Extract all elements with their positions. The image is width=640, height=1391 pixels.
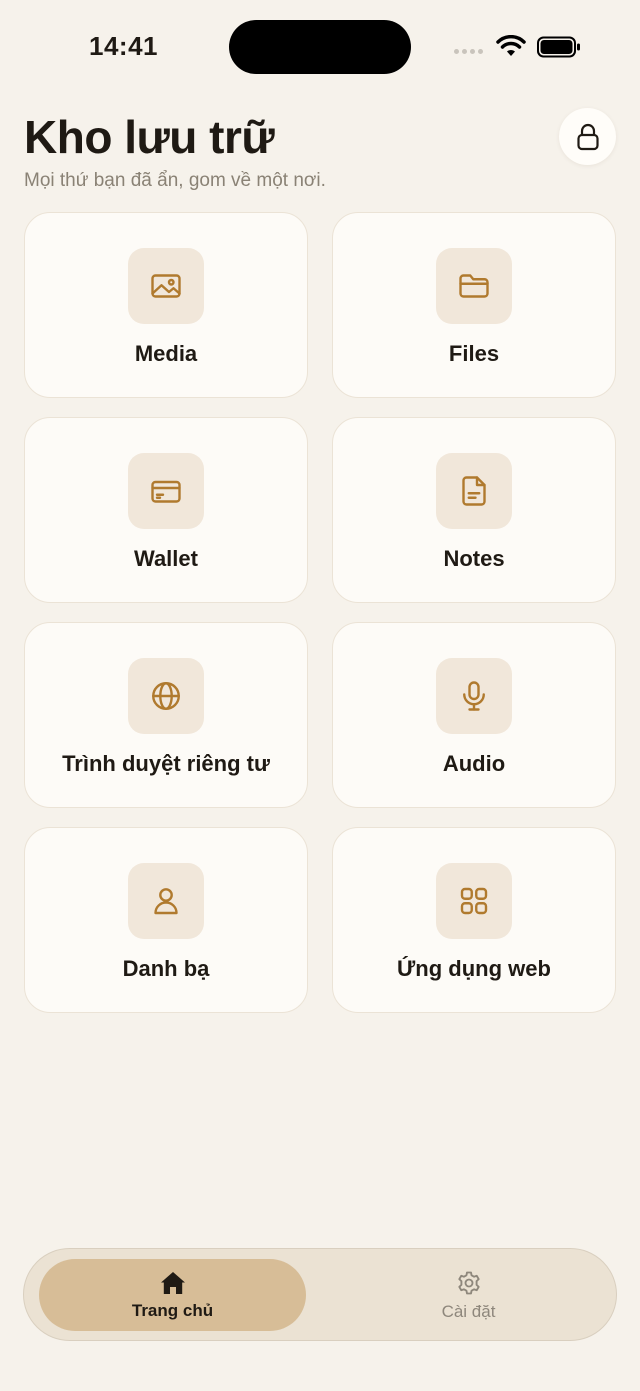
card-icon-tile — [128, 863, 204, 939]
card-icon-tile — [128, 248, 204, 324]
tab-bar: Trang chủ Cài đặt — [23, 1248, 617, 1341]
tab-home-label: Trang chủ — [131, 1300, 214, 1320]
tab-settings-label: Cài đặt — [441, 1301, 496, 1321]
wallet-card[interactable]: Wallet — [24, 417, 308, 603]
contacts-card[interactable]: Danh bạ — [24, 827, 308, 1013]
status-bar: 14:41 — [0, 0, 640, 96]
battery-icon — [537, 36, 580, 58]
card-label-media: Media — [134, 341, 198, 366]
gear-icon — [457, 1271, 480, 1294]
card-icon-tile — [128, 453, 204, 529]
credit-card-icon — [151, 480, 181, 503]
person-icon — [154, 888, 178, 915]
page-title: Kho lưu trữ — [24, 111, 275, 163]
card-label-wallet: Wallet — [134, 546, 198, 571]
media-card[interactable]: Media — [24, 212, 308, 398]
card-label-notes: Notes — [443, 546, 505, 571]
card-icon-tile — [436, 658, 512, 734]
card-label-audio: Audio — [442, 751, 506, 776]
wifi-icon — [496, 35, 526, 56]
tab-home[interactable]: Trang chủ — [39, 1259, 306, 1331]
globe-icon — [152, 682, 180, 710]
card-label-private-browser: Trình duyệt riêng tư — [62, 751, 270, 776]
lock-icon — [576, 123, 599, 150]
card-icon-tile — [436, 453, 512, 529]
lock-button[interactable] — [559, 108, 616, 165]
grid-icon — [460, 887, 488, 915]
card-label-contacts: Danh bạ — [122, 956, 210, 981]
tab-settings[interactable]: Cài đặt — [335, 1259, 602, 1331]
web-apps-card[interactable]: Ứng dụng web — [332, 827, 616, 1013]
dynamic-island — [229, 20, 411, 74]
card-icon-tile — [128, 658, 204, 734]
microphone-icon — [463, 681, 485, 711]
folder-icon — [459, 274, 489, 298]
vault-grid: Media Files Wallet Notes Trình duyệt riê… — [24, 212, 616, 1013]
private-browser-card[interactable]: Trình duyệt riêng tư — [24, 622, 308, 808]
card-label-files: Files — [448, 341, 500, 366]
image-icon — [151, 274, 181, 298]
document-icon — [462, 476, 486, 506]
card-icon-tile — [436, 863, 512, 939]
status-time: 14:41 — [89, 31, 158, 61]
notes-card[interactable]: Notes — [332, 417, 616, 603]
cellular-signal-icon — [454, 49, 483, 54]
page-subtitle: Mọi thứ bạn đã ẩn, gom về một nơi. — [24, 170, 326, 191]
audio-card[interactable]: Audio — [332, 622, 616, 808]
home-icon — [160, 1271, 185, 1294]
card-label-web-apps: Ứng dụng web — [397, 956, 551, 981]
card-icon-tile — [436, 248, 512, 324]
files-card[interactable]: Files — [332, 212, 616, 398]
